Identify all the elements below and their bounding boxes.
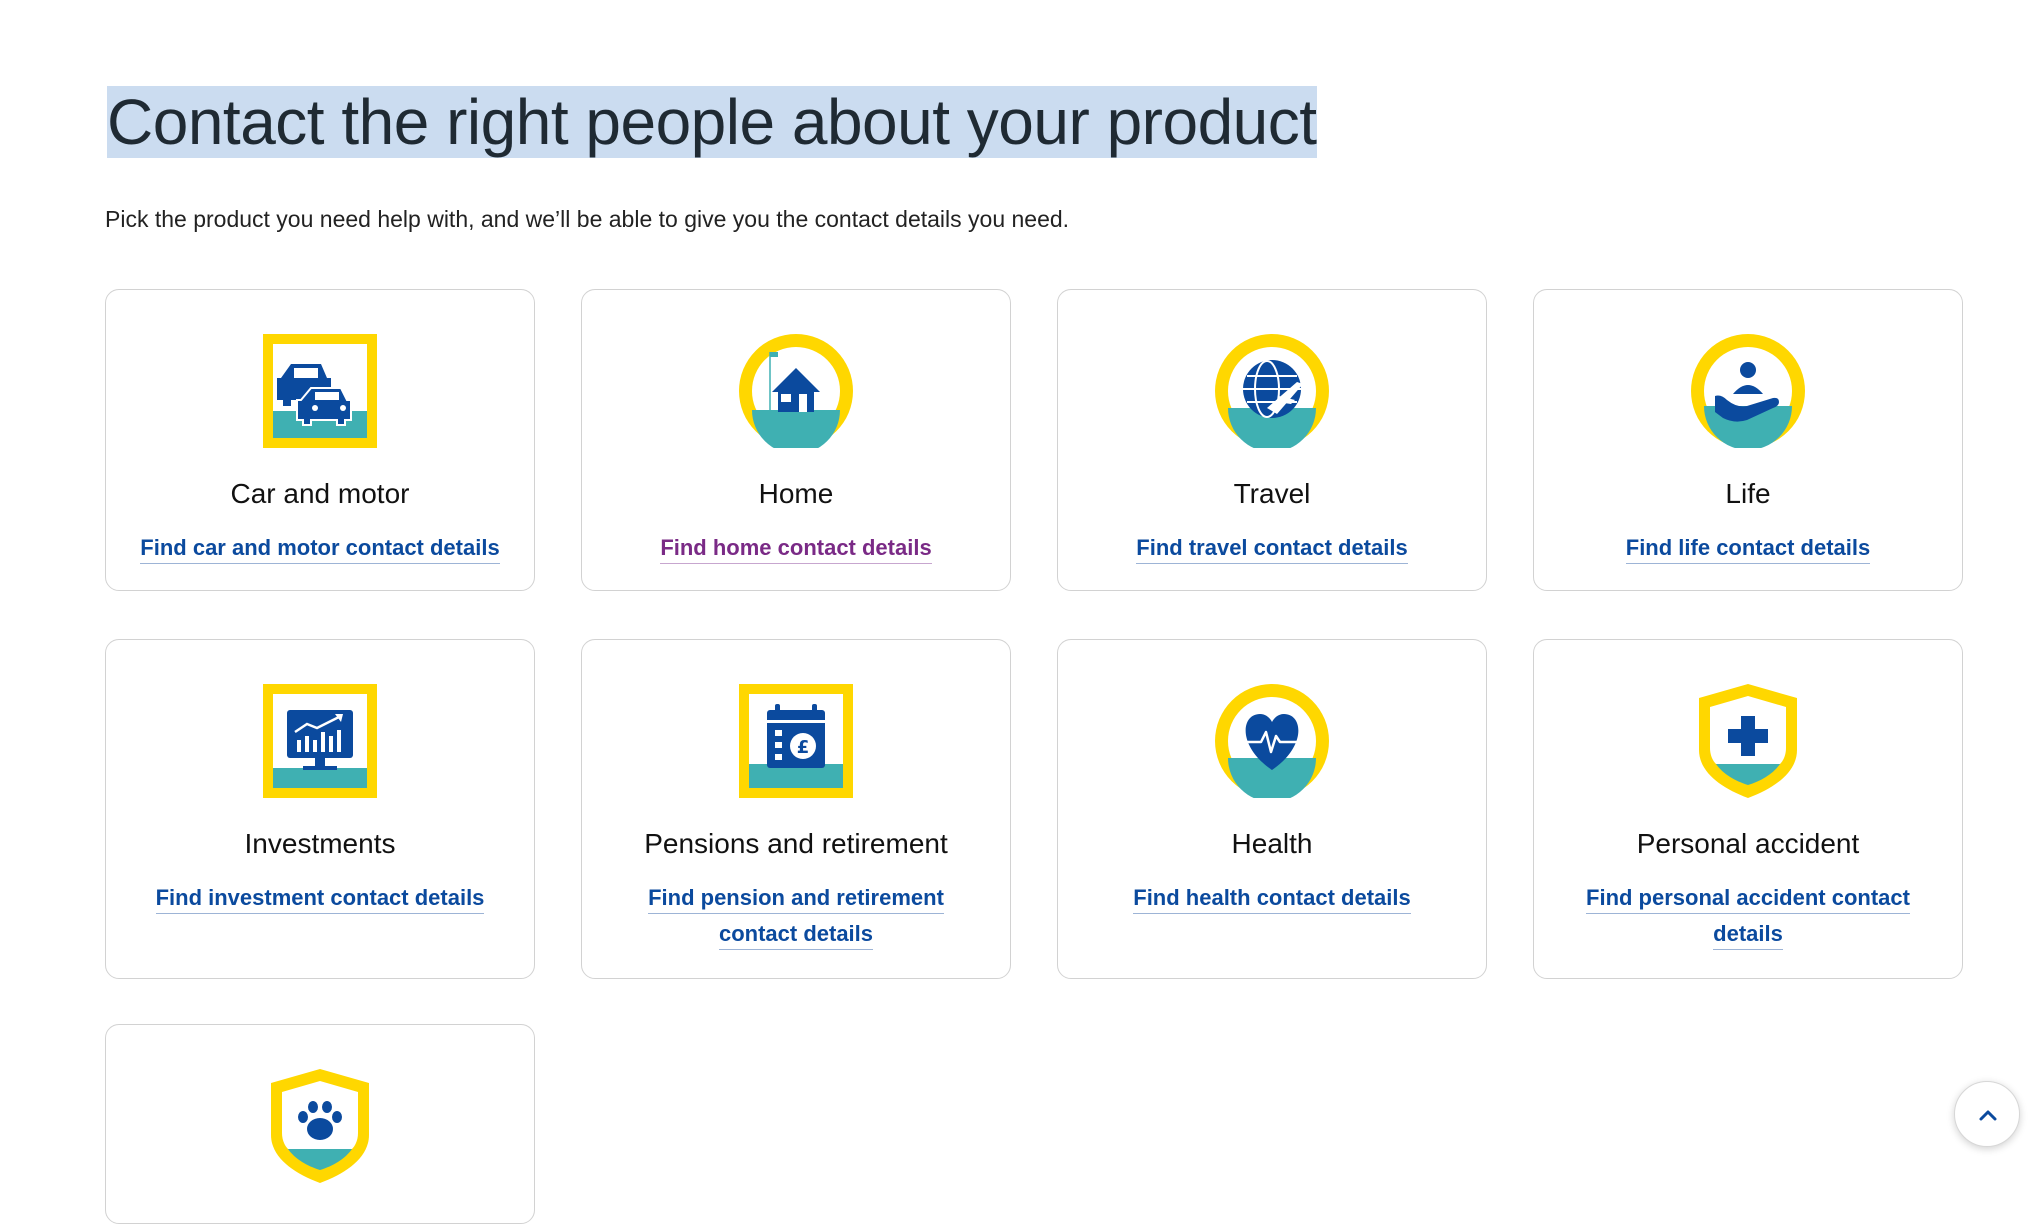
- product-card-life: Life Find life contact details: [1533, 289, 1963, 591]
- globe-plane-icon: [1215, 334, 1329, 448]
- product-card-home: Home Find home contact details: [581, 289, 1011, 591]
- link-text: Find pension and retirement contact deta…: [648, 885, 944, 950]
- heart-pulse-icon: [1215, 684, 1329, 798]
- product-card-health: Health Find health contact details: [1057, 639, 1487, 979]
- product-card-pet: [105, 1024, 535, 1224]
- svg-text:£: £: [797, 737, 810, 758]
- life-contact-link[interactable]: Find life contact details: [1564, 530, 1932, 566]
- card-title: Health: [1231, 828, 1313, 859]
- card-title: Car and motor: [230, 478, 410, 509]
- link-text: Find home contact details: [660, 535, 932, 564]
- shield-paw-icon: [263, 1069, 377, 1183]
- page-title-text: Contact the right people about your prod…: [107, 86, 1317, 158]
- chart-monitor-icon: [263, 684, 377, 798]
- page-subtitle: Pick the product you need help with, and…: [105, 206, 1070, 232]
- link-text: Find life contact details: [1625, 535, 1871, 564]
- product-card-car-and-motor: Car and motor Find car and motor contact…: [105, 289, 535, 591]
- calendar-pound-icon: £: [739, 684, 853, 798]
- product-card-investments: Investments Find investment contact deta…: [105, 639, 535, 979]
- link-text: Find car and motor contact details: [140, 535, 500, 564]
- personal-accident-contact-link[interactable]: Find personal accident contact details: [1564, 880, 1932, 952]
- product-card-pensions: £ Pensions and retirement Find pension a…: [581, 639, 1011, 979]
- link-text: Find personal accident contact details: [1586, 885, 1910, 950]
- page-title: Contact the right people about your prod…: [105, 77, 1319, 167]
- car-icon: [263, 334, 377, 448]
- link-text: Find travel contact details: [1136, 535, 1408, 564]
- health-contact-link[interactable]: Find health contact details: [1088, 880, 1456, 916]
- travel-contact-link[interactable]: Find travel contact details: [1088, 530, 1456, 566]
- pension-contact-link[interactable]: Find pension and retirement contact deta…: [612, 880, 980, 952]
- home-contact-link[interactable]: Find home contact details: [612, 530, 980, 566]
- card-title: Travel: [1233, 478, 1311, 509]
- car-and-motor-contact-link[interactable]: Find car and motor contact details: [136, 530, 504, 566]
- link-text: Find health contact details: [1133, 885, 1411, 914]
- house-icon: [739, 334, 853, 448]
- chevron-up-icon: [1979, 1110, 1997, 1121]
- card-title: Life: [1725, 478, 1771, 509]
- investment-contact-link[interactable]: Find investment contact details: [136, 880, 504, 916]
- scroll-to-top-button[interactable]: [1954, 1081, 2020, 1147]
- card-title: Pensions and retirement: [644, 828, 948, 859]
- link-text: Find investment contact details: [155, 885, 485, 914]
- card-title: Investments: [244, 828, 396, 859]
- card-title: Personal accident: [1636, 828, 1860, 859]
- shield-cross-icon: [1691, 684, 1805, 798]
- hand-person-icon: [1691, 334, 1805, 448]
- card-title: Home: [758, 478, 834, 509]
- product-card-personal-accident: Personal accident Find personal accident…: [1533, 639, 1963, 979]
- product-card-travel: Travel Find travel contact details: [1057, 289, 1487, 591]
